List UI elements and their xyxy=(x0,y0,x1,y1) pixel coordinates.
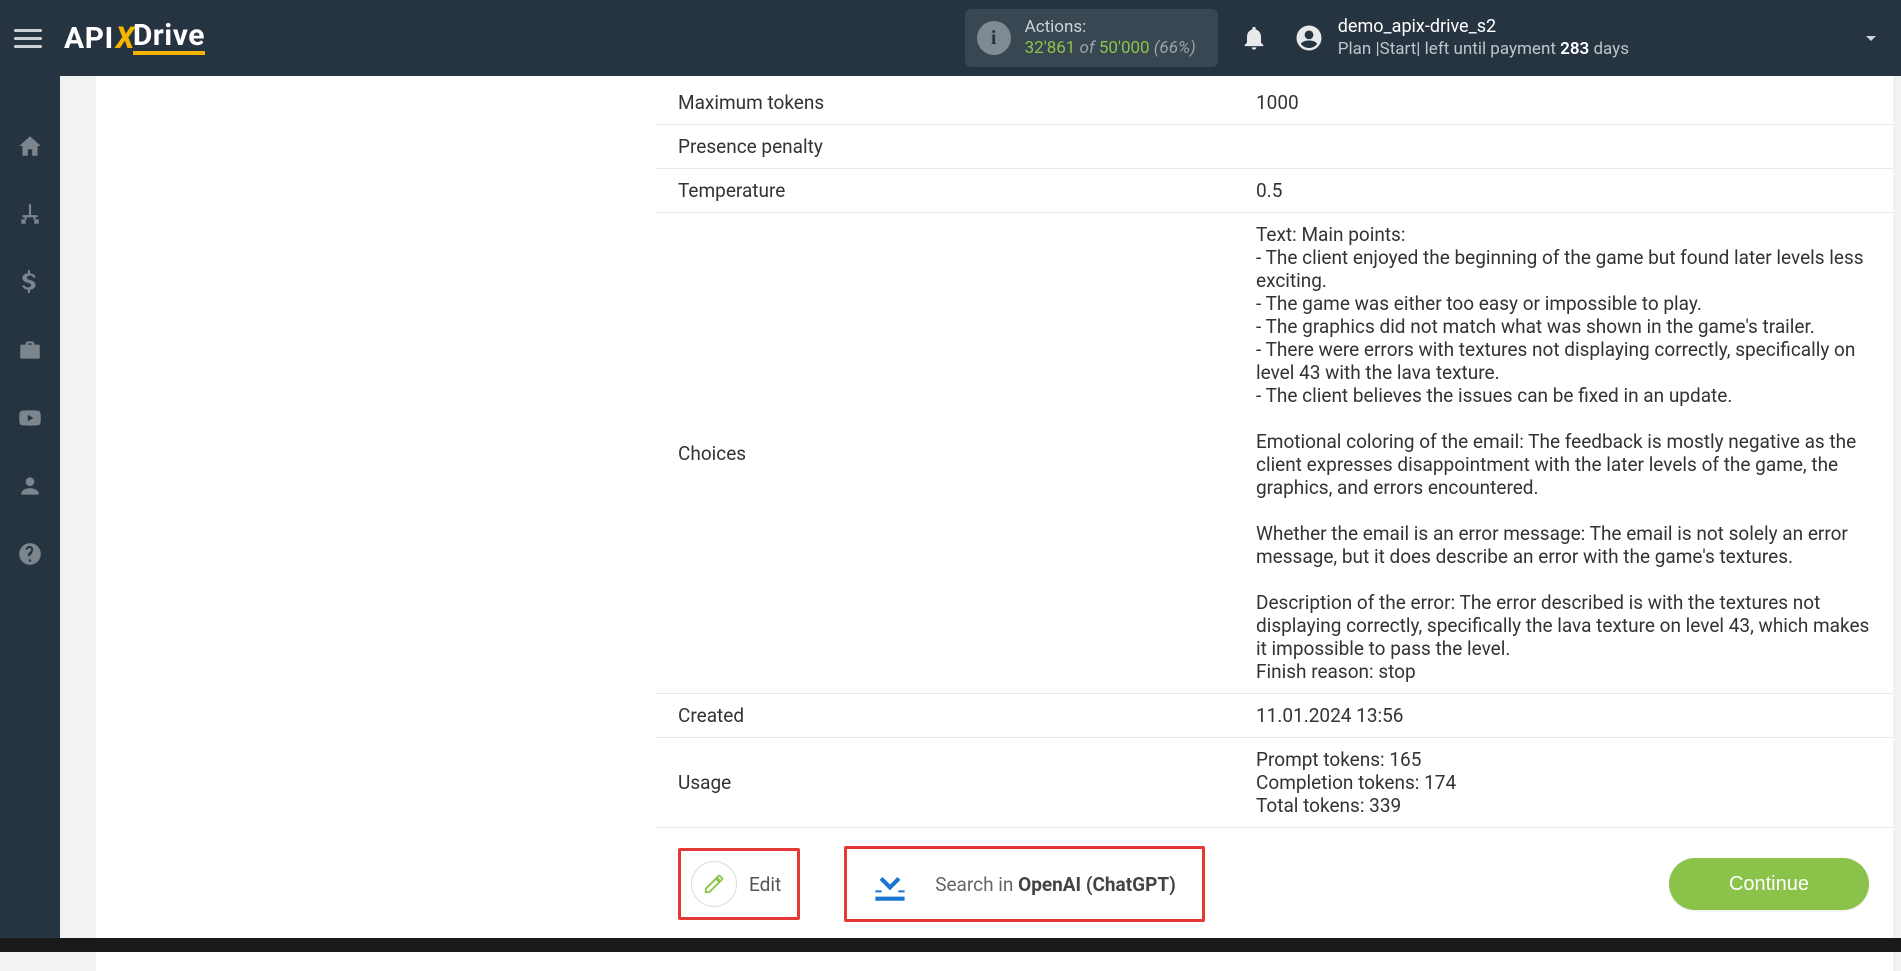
row-value xyxy=(1256,135,1893,158)
sidebar-item-workspace[interactable] xyxy=(0,328,60,372)
plan-line: Plan |Start| left until payment 283 days xyxy=(1338,39,1629,60)
sidebar-item-account[interactable] xyxy=(0,464,60,508)
row-usage: Usage Prompt tokens: 165 Completion toke… xyxy=(656,738,1893,828)
bell-icon[interactable] xyxy=(1240,24,1268,52)
actions-usage-box[interactable]: i Actions: 32'861 of 50'000 (66%) xyxy=(965,9,1218,68)
sitemap-icon xyxy=(17,201,43,227)
page-body: Maximum tokens 1000 Presence penalty Tem… xyxy=(60,76,1901,971)
sidebar-item-home[interactable] xyxy=(0,124,60,168)
download-icon xyxy=(865,857,915,911)
sidebar-item-payments[interactable] xyxy=(0,260,60,304)
row-label: Temperature xyxy=(678,179,1256,202)
row-label: Choices xyxy=(678,223,1256,683)
dollar-icon xyxy=(17,269,43,295)
row-temperature: Temperature 0.5 xyxy=(656,169,1893,213)
actions-label: Actions: xyxy=(1025,17,1196,38)
testdata-panel: Maximum tokens 1000 Presence penalty Tem… xyxy=(656,76,1893,971)
search-openai-button[interactable]: Search in OpenAI (ChatGPT) xyxy=(844,846,1205,922)
help-icon xyxy=(17,541,43,567)
row-value: 0.5 xyxy=(1256,179,1893,202)
user-icon xyxy=(17,473,43,499)
pencil-icon xyxy=(691,861,737,907)
avatar-icon xyxy=(1294,23,1324,53)
sidebar-item-help[interactable] xyxy=(0,532,60,576)
row-choices: Choices Text: Main points: - The client … xyxy=(656,213,1893,694)
sidebar-item-tutorials[interactable] xyxy=(0,396,60,440)
row-label: Presence penalty xyxy=(678,135,1256,158)
search-label: Search in OpenAI (ChatGPT) xyxy=(935,873,1176,896)
row-label: Created xyxy=(678,704,1256,727)
row-presence-penalty: Presence penalty xyxy=(656,125,1893,169)
left-sidebar xyxy=(0,76,60,952)
home-icon xyxy=(17,133,43,159)
briefcase-icon xyxy=(17,337,43,363)
logo-text-drive: Drive xyxy=(133,21,205,55)
sidebar-item-connections[interactable] xyxy=(0,192,60,236)
actions-value: 32'861 of 50'000 (66%) xyxy=(1025,38,1196,59)
edit-label: Edit xyxy=(749,873,781,896)
user-name: demo_apix-drive_s2 xyxy=(1338,16,1629,39)
row-value: Prompt tokens: 165 Completion tokens: 17… xyxy=(1256,748,1893,817)
row-value: 1000 xyxy=(1256,91,1893,114)
row-value: Text: Main points: - The client enjoyed … xyxy=(1256,223,1893,683)
row-label: Maximum tokens xyxy=(678,91,1256,114)
row-created: Created 11.01.2024 13:56 xyxy=(656,694,1893,738)
continue-button[interactable]: Continue xyxy=(1669,858,1869,910)
header-user-block[interactable]: demo_apix-drive_s2 Plan |Start| left unt… xyxy=(1338,16,1629,60)
menu-toggle-button[interactable] xyxy=(14,24,42,52)
top-header: API X Drive i Actions: 32'861 of 50'000 … xyxy=(0,0,1901,76)
logo-text-api: API xyxy=(64,21,114,56)
left-panel xyxy=(96,76,656,971)
row-value: 11.01.2024 13:56 xyxy=(1256,704,1893,727)
edit-button[interactable]: Edit xyxy=(678,848,800,920)
bottom-scroll-strip xyxy=(0,938,1901,952)
chevron-down-icon[interactable] xyxy=(1859,26,1883,50)
row-label: Usage xyxy=(678,748,1256,817)
info-icon: i xyxy=(977,21,1011,55)
youtube-icon xyxy=(17,405,43,431)
logo[interactable]: API X Drive xyxy=(64,21,205,56)
row-max-tokens: Maximum tokens 1000 xyxy=(656,81,1893,125)
